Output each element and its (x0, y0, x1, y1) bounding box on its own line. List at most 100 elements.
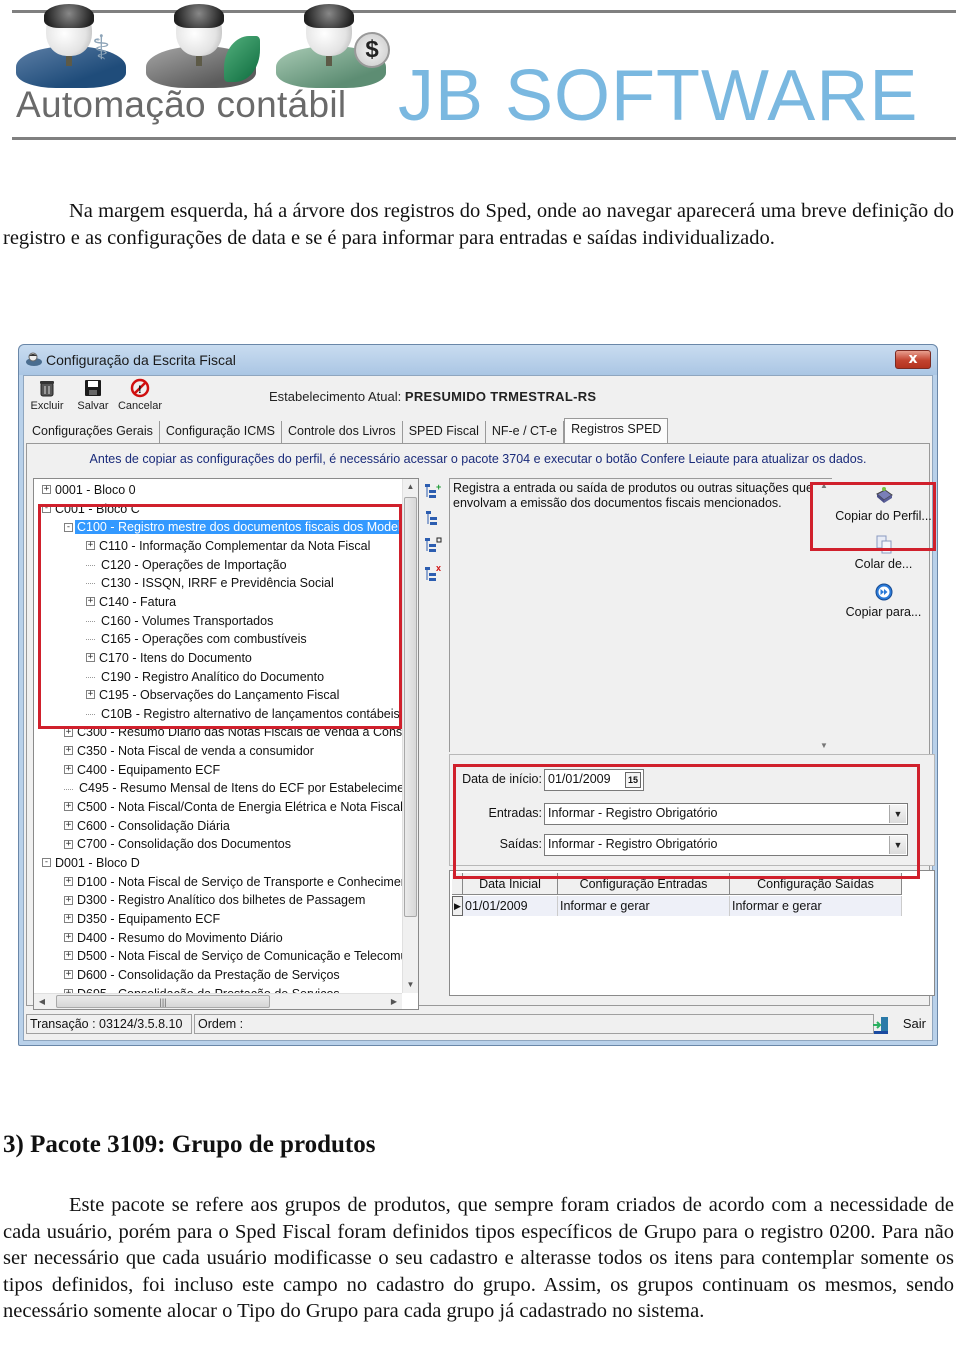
expand-icon[interactable]: + (86, 690, 95, 700)
tree-node[interactable]: + D100 - Nota Fiscal de Serviço de Transp… (64, 873, 402, 892)
expand-icon[interactable]: + (64, 764, 73, 774)
tree-node[interactable]: + C350 - Nota Fiscal de venda a consumido… (64, 742, 316, 761)
scroll-up-arrow-icon[interactable]: ▲ (403, 479, 418, 495)
svg-text:x: x (436, 563, 441, 573)
expand-icon[interactable]: + (64, 839, 73, 849)
grid-cell[interactable]: Informar e gerar (558, 896, 730, 916)
expand-icon[interactable]: + (64, 820, 73, 830)
tree-node[interactable]: +0001 - Bloco 0 (42, 481, 138, 500)
tree-horizontal-scrollbar[interactable]: ◀ ||| ▶ (34, 993, 402, 1009)
calendar-icon[interactable]: 15 (625, 772, 641, 788)
tree-node[interactable]: + D300 - Registro Analítico dos bilhetes … (64, 891, 367, 910)
tree-node[interactable]: + C700 - Consolidação dos Documentos (64, 835, 293, 854)
expand-icon[interactable]: + (86, 541, 95, 551)
scroll-down-arrow-icon[interactable]: ▼ (403, 977, 418, 993)
desc-scroll-down-icon[interactable]: ▼ (816, 741, 832, 750)
tree-node[interactable]: C130 - ISSQN, IRRF e Previdência Social (86, 574, 336, 593)
collapse-icon[interactable]: - (42, 858, 51, 868)
tab-sped-fiscal[interactable]: SPED Fiscal (403, 421, 486, 443)
expand-icon[interactable]: + (64, 932, 73, 942)
data-inicio-input[interactable]: 01/01/2009 15 (544, 769, 644, 791)
tree-node-label: C120 - Operações de Importação (101, 557, 287, 572)
col-header-data-inicial[interactable]: Data Inicial (463, 873, 558, 895)
cancelar-button[interactable]: ! Cancelar (116, 378, 164, 412)
excluir-button[interactable]: Excluir (28, 378, 66, 412)
colar-de-button[interactable]: Colar de... (832, 534, 935, 571)
saidas-select[interactable]: Informar - Registro Obrigatório ▼ (544, 834, 908, 856)
tree-node[interactable]: - D001 - Bloco D (42, 854, 142, 873)
config-window: Configuração da Escrita Fiscal x Excluir… (18, 344, 938, 1046)
chevron-down-icon[interactable]: ▼ (889, 805, 906, 823)
scroll-left-arrow-icon[interactable]: ◀ (34, 994, 50, 1009)
section-paragraph: Este pacote se refere aos grupos de prod… (3, 1194, 954, 1322)
expand-icon[interactable]: + (64, 895, 73, 905)
tree-node[interactable]: C120 - Operações de Importação (86, 556, 289, 575)
tree-icon[interactable] (423, 509, 443, 529)
tree-node[interactable]: +D695 - Consolidação da Prestação de Ser… (64, 985, 342, 993)
expand-icon[interactable]: + (86, 597, 95, 607)
expand-icon[interactable]: + (64, 914, 73, 924)
grid-cell[interactable]: Informar e gerar (730, 896, 902, 916)
expand-icon[interactable]: + (64, 951, 73, 961)
tree-node[interactable]: - C001 - Bloco C (42, 500, 142, 519)
salvar-button[interactable]: Salvar (74, 378, 112, 412)
tree-node[interactable]: - C100 - Registro mestre dos documentos f… (64, 518, 402, 537)
expand-icon[interactable]: + (42, 485, 51, 495)
tree-edit-icon[interactable] (423, 536, 443, 556)
col-header-config-entradas[interactable]: Configuração Entradas (558, 873, 730, 895)
expand-icon[interactable]: + (64, 876, 73, 886)
tab-registros-sped[interactable]: Registros SPED (564, 418, 669, 443)
col-header-config-saidas[interactable]: Configuração Saídas (730, 873, 902, 895)
chevron-down-icon[interactable]: ▼ (889, 836, 906, 854)
tree-connector (86, 676, 95, 678)
tree-node[interactable]: + C300 - Resumo Diário das Notas Fiscais … (64, 723, 402, 742)
tree-add-icon[interactable]: + (423, 482, 443, 502)
tree-node[interactable]: C495 - Resumo Mensal de Itens do ECF por… (64, 779, 402, 798)
tab-configuracoes-gerais[interactable]: Configurações Gerais (26, 421, 160, 443)
expand-icon[interactable]: + (64, 802, 73, 812)
entradas-select[interactable]: Informar - Registro Obrigatório ▼ (544, 803, 908, 825)
desc-scroll-up-icon[interactable]: ▲ (816, 481, 832, 490)
scroll-right-arrow-icon[interactable]: ▶ (386, 994, 402, 1009)
tree-node[interactable]: C165 - Operações com combustíveis (86, 630, 309, 649)
tree-node[interactable]: + C600 - Consolidação Diária (64, 817, 232, 836)
sair-button[interactable]: Sair (871, 1014, 926, 1035)
grid-cell[interactable]: 01/01/2009 (463, 896, 558, 916)
tree-node[interactable]: + D500 - Nota Fiscal de Serviço de Comuni… (64, 947, 402, 966)
tree-node[interactable]: C160 - Volumes Transportados (86, 612, 275, 631)
tab-configuracao-icms[interactable]: Configuração ICMS (160, 421, 282, 443)
copiar-para-button[interactable]: Copiar para... (832, 582, 935, 619)
tree-delete-icon[interactable]: x (423, 563, 443, 583)
sped-register-tree[interactable]: +0001 - Bloco 0- C001 - Bloco C - C100 - Re… (33, 478, 419, 1010)
description-text: Registra a entrada ou saída de produtos … (453, 481, 813, 510)
tab-controle-livros[interactable]: Controle dos Livros (282, 421, 403, 443)
tree-node[interactable]: C10B - Registro alternativo de lançament… (86, 705, 402, 724)
tree-vscroll-thumb[interactable] (404, 497, 417, 917)
app-icon (26, 352, 42, 366)
tree-node[interactable]: + C195 - Observações do Lançamento Fiscal (86, 686, 341, 705)
expand-icon[interactable]: + (64, 746, 73, 756)
collapse-icon[interactable]: - (64, 522, 73, 532)
close-button[interactable]: x (895, 350, 931, 369)
tree-vertical-scrollbar[interactable]: ▲ ▼ (402, 479, 418, 993)
tree-node[interactable]: + C170 - Itens do Documento (86, 649, 254, 668)
copiar-do-perfil-button[interactable]: Copiar do Perfil... (832, 486, 935, 523)
collapse-icon[interactable]: - (42, 503, 51, 513)
expand-icon[interactable]: + (86, 653, 95, 663)
tree-node-label: C190 - Registro Analítico do Documento (101, 669, 325, 684)
description-scrollbar[interactable]: ▲ ▼ (816, 479, 832, 752)
tree-hscroll-thumb[interactable]: ||| (56, 995, 270, 1008)
tree-connector (86, 620, 95, 622)
tree-node[interactable]: + C110 - Informação Complementar da Nota … (86, 537, 372, 556)
tree-node[interactable]: + D350 - Equipamento ECF (64, 910, 222, 929)
tree-node[interactable]: + C500 - Nota Fiscal/Conta de Energia Elé… (64, 798, 402, 817)
tree-node[interactable]: C190 - Registro Analítico do Documento (86, 668, 326, 687)
status-ordem: Ordem : (194, 1014, 874, 1034)
tree-node[interactable]: + D600 - Consolidação da Prestação de Ser… (64, 966, 342, 985)
expand-icon[interactable]: + (64, 727, 73, 737)
tab-nfe-cte[interactable]: NF-e / CT-e (486, 421, 565, 443)
tree-node[interactable]: + C400 - Equipamento ECF (64, 761, 222, 780)
tree-node[interactable]: + C140 - Fatura (86, 593, 178, 612)
expand-icon[interactable]: + (64, 970, 73, 980)
tree-node[interactable]: + D400 - Resumo do Movimento Diário (64, 929, 285, 948)
